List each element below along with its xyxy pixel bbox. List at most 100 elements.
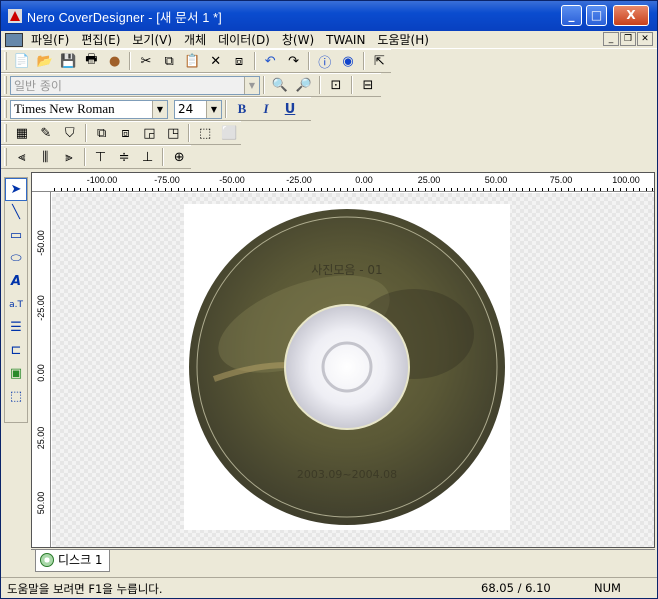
doc-minimize-button[interactable]: _ (603, 32, 619, 46)
redo-icon[interactable]: ↷ (283, 51, 304, 71)
ruler-tick (177, 188, 179, 191)
ellipse-tool-icon[interactable]: ⬭ (5, 247, 27, 270)
close-button[interactable]: X (613, 5, 649, 26)
frame-tool-icon[interactable]: ⬚ (5, 385, 27, 408)
ungroup-icon[interactable]: ⬜ (218, 123, 240, 143)
ruler-v-label: -25.00 (36, 295, 46, 321)
tab-disc-1[interactable]: 디스크 1 (35, 550, 110, 572)
align-hcenter-icon[interactable]: ⫼ (35, 147, 57, 167)
delete-icon[interactable]: ✕ (205, 51, 226, 71)
pen-icon[interactable]: ✎ (35, 123, 57, 143)
zoom-out-icon[interactable]: 🔎 (293, 75, 315, 95)
ruler-tick (86, 188, 88, 191)
undo-icon[interactable]: ↶ (260, 51, 281, 71)
text-tool-icon[interactable]: A (5, 270, 27, 293)
document-area: -100.00 -75.00 -50.00 -25.00 0.00 25.00 50.00 7… (31, 172, 655, 548)
bring-forward-icon[interactable]: ⧈ (115, 123, 137, 143)
align-top-icon[interactable]: ⊤ (90, 147, 112, 167)
document-icon[interactable] (5, 32, 23, 47)
ruler-tick (496, 188, 497, 191)
design-canvas[interactable]: 사진모음 - 01 2003.09~2004.08 (52, 193, 654, 547)
paste-icon[interactable]: 📋 (182, 51, 203, 71)
align-right-icon[interactable]: ⫸ (58, 147, 80, 167)
menu-window[interactable]: 창(W) (276, 32, 320, 48)
select-tool-icon[interactable]: ➤ (5, 178, 27, 201)
menu-edit[interactable]: 편집(E) (75, 32, 126, 48)
bring-front-icon[interactable]: ⧉ (91, 123, 113, 143)
chevron-down-icon[interactable]: ▼ (206, 100, 221, 118)
cut-icon[interactable]: ✂ (135, 51, 156, 71)
line-tool-icon[interactable]: ╲ (5, 201, 27, 224)
ruler-tick (216, 188, 218, 191)
send-back-icon[interactable]: ◳ (162, 123, 184, 143)
doc-restore-button[interactable]: ❐ (620, 32, 636, 46)
paper-type-combo[interactable]: 일반 종이 ▼ (10, 75, 260, 95)
disc-graphic[interactable]: 사진모음 - 01 2003.09~2004.08 (184, 204, 510, 530)
menu-data[interactable]: 데이터(D) (212, 32, 276, 48)
print-icon[interactable]: 🖶 (81, 51, 102, 71)
tree-tool-icon[interactable]: ⊏ (5, 339, 27, 362)
ruler-tick (652, 188, 653, 191)
maximize-button[interactable]: □ (586, 5, 607, 26)
ruler-tick (450, 188, 452, 191)
center-page-icon[interactable]: ⊕ (168, 147, 190, 167)
zoom-page-icon[interactable]: ⊟ (357, 75, 379, 95)
ruler-tick (236, 188, 237, 191)
font-size-combo[interactable]: 24 ▼ (174, 99, 222, 119)
new-icon[interactable]: 📄 (11, 51, 32, 71)
field-tool-icon[interactable]: a.T (5, 293, 27, 316)
copy-icon[interactable]: ⧉ (159, 51, 180, 71)
ruler-tick (229, 188, 231, 191)
window-title: Nero CoverDesigner - [새 문서 1 *] (27, 10, 222, 25)
title-bar[interactable]: Nero CoverDesigner - [새 문서 1 *] _ □ X (1, 1, 657, 31)
disc-icon[interactable]: ● (104, 51, 125, 71)
zoom-in-icon[interactable]: 🔍 (269, 75, 291, 95)
context-help-icon[interactable]: ⇱ (369, 51, 390, 71)
properties-icon[interactable]: ▦ (11, 123, 33, 143)
menu-object[interactable]: 개체 (178, 32, 212, 48)
save-icon[interactable]: 💾 (58, 51, 79, 71)
horizontal-ruler: -100.00 -75.00 -50.00 -25.00 0.00 25.00 50.00 7… (32, 173, 654, 192)
italic-button[interactable]: I (255, 99, 277, 119)
ruler-tick (158, 188, 159, 191)
rectangle-tool-icon[interactable]: ▭ (5, 224, 27, 247)
underline-button[interactable]: U (279, 99, 301, 119)
menu-twain[interactable]: TWAIN (320, 32, 371, 48)
doc-close-button[interactable]: ✕ (637, 32, 653, 46)
list-tool-icon[interactable]: ☰ (5, 316, 27, 339)
open-icon[interactable]: 📂 (34, 51, 55, 71)
align-bottom-icon[interactable]: ⊥ (137, 147, 159, 167)
menu-view[interactable]: 보기(V) (126, 32, 178, 48)
ruler-tick (132, 188, 133, 191)
font-combo[interactable]: Times New Roman ▼ (10, 99, 168, 119)
ruler-tick (502, 188, 504, 191)
fill-icon[interactable]: ⛉ (59, 123, 81, 143)
status-bar: 도움말을 보려면 F1을 누릅니다. 68.05 / 6.10 NUM (1, 577, 657, 598)
ruler-tick (626, 188, 627, 191)
zoom-fit-icon[interactable]: ⊡ (325, 75, 347, 95)
minimize-button[interactable]: _ (561, 5, 582, 26)
align-vcenter-icon[interactable]: ≑ (113, 147, 135, 167)
ruler-tick (392, 188, 393, 191)
ruler-tick (580, 188, 582, 191)
ruler-tick (288, 188, 289, 191)
disc-title-text: 사진모음 - 01 (311, 263, 382, 277)
standard-toolbar: 📄 📂 💾 🖶 ● ✂ ⧉ 📋 ✕ ⧈ ↶ ↷ ⓘ ◉ ⇱ (1, 49, 391, 73)
duplicate-icon[interactable]: ⧈ (228, 51, 249, 71)
ruler-tick (619, 188, 621, 191)
send-backward-icon[interactable]: ◲ (138, 123, 160, 143)
bold-button[interactable]: B (231, 99, 253, 119)
menu-help[interactable]: 도움말(H) (371, 32, 435, 48)
chevron-down-icon[interactable]: ▼ (244, 76, 259, 94)
group-icon[interactable]: ⬚ (194, 123, 216, 143)
menu-file[interactable]: 파일(F) (25, 32, 75, 48)
image-tool-icon[interactable]: ▣ (5, 362, 27, 385)
ruler-v-label: 50.00 (36, 491, 46, 515)
nero-app-icon (8, 9, 22, 23)
chevron-down-icon[interactable]: ▼ (152, 100, 167, 118)
info-icon[interactable]: ⓘ (314, 51, 335, 71)
help-icon[interactable]: ◉ (337, 51, 358, 71)
ruler-tick (112, 188, 114, 191)
ruler-tick (164, 188, 166, 191)
align-left-icon[interactable]: ⫷ (11, 147, 33, 167)
